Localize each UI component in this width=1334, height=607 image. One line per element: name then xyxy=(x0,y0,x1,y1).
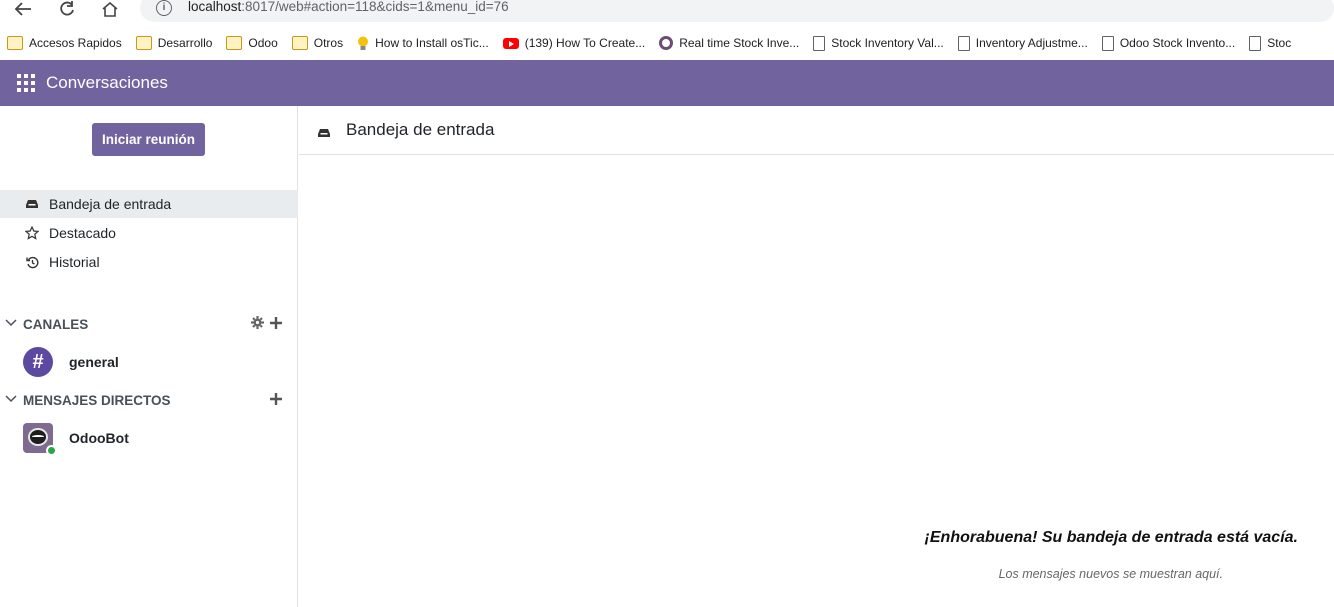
address-bar[interactable]: i localhost:8017/web#action=118&cids=1&m… xyxy=(140,0,1334,22)
start-meeting-button[interactable]: Iniciar reunión xyxy=(92,123,205,156)
home-icon[interactable] xyxy=(98,0,122,18)
reload-icon[interactable] xyxy=(55,0,79,18)
page-icon xyxy=(1249,35,1262,51)
folder-icon xyxy=(135,36,152,50)
back-arrow-icon[interactable] xyxy=(11,0,35,18)
bookmark-accesos-rapidos[interactable]: Accesos Rapidos xyxy=(7,36,122,50)
page-icon xyxy=(813,35,826,51)
hash-icon: # xyxy=(23,347,53,377)
bookmark-odoo[interactable]: Odoo xyxy=(226,36,278,50)
add-channel-plus-icon[interactable] xyxy=(270,316,282,333)
site-info-icon[interactable]: i xyxy=(156,0,172,16)
thread-header: Bandeja de entrada xyxy=(299,106,1334,155)
channels-category[interactable]: CANALES xyxy=(0,313,298,335)
app-title[interactable]: Conversaciones xyxy=(46,73,168,93)
folder-icon xyxy=(291,36,308,50)
bookmark-real-time-stock[interactable]: Real time Stock Inve... xyxy=(659,36,799,50)
inbox-icon xyxy=(318,125,330,137)
bookmark-stock-inventory-val[interactable]: Stock Inventory Val... xyxy=(813,35,944,51)
star-icon xyxy=(25,226,39,240)
ring-icon xyxy=(659,36,674,50)
page-icon xyxy=(957,35,970,51)
page-icon xyxy=(1101,35,1114,51)
apps-menu-icon[interactable] xyxy=(17,74,35,92)
discuss-sidebar: Iniciar reunión Bandeja de entrada Desta… xyxy=(0,106,298,607)
url-text: localhost:8017/web#action=118&cids=1&men… xyxy=(188,0,509,14)
sidebar-item-history[interactable]: Historial xyxy=(0,248,298,276)
youtube-icon xyxy=(502,37,519,49)
bookmark-odoo-stock-inventory[interactable]: Odoo Stock Invento... xyxy=(1101,35,1235,51)
bookmark-inventory-adjustment[interactable]: Inventory Adjustme... xyxy=(957,35,1088,51)
chevron-down-icon[interactable] xyxy=(5,318,17,330)
empty-inbox-title: ¡Enhorabuena! Su bandeja de entrada está… xyxy=(924,529,1298,546)
direct-message-item-odoobot[interactable]: OdooBot xyxy=(0,420,298,456)
folder-icon xyxy=(7,36,23,50)
lightbulb-icon xyxy=(357,36,369,51)
sidebar-item-starred[interactable]: Destacado xyxy=(0,219,298,247)
folder-icon xyxy=(226,36,243,50)
bookmark-otros[interactable]: Otros xyxy=(291,36,343,50)
page-title: Bandeja de entrada xyxy=(346,120,495,139)
bookmark-youtube[interactable]: (139) How To Create... xyxy=(502,36,645,50)
bookmarks-bar: Accesos Rapidos Desarrollo Odoo Otros Ho… xyxy=(0,28,1334,58)
app-navbar: Conversaciones xyxy=(0,60,1334,106)
chevron-down-icon[interactable] xyxy=(5,394,17,406)
sidebar-item-inbox[interactable]: Bandeja de entrada xyxy=(0,190,298,218)
channel-settings-gear-icon[interactable] xyxy=(251,315,264,333)
inbox-icon xyxy=(25,199,39,209)
odoobot-avatar xyxy=(23,423,57,456)
empty-inbox-subtitle: Los mensajes nuevos se muestran aquí. xyxy=(998,567,1223,581)
history-icon xyxy=(25,256,39,269)
direct-messages-category[interactable]: MENSAJES DIRECTOS xyxy=(0,389,298,411)
add-direct-message-plus-icon[interactable] xyxy=(270,392,282,409)
bookmark-osticket[interactable]: How to Install osTic... xyxy=(357,36,489,51)
online-status-indicator xyxy=(46,445,57,456)
bookmark-desarrollo[interactable]: Desarrollo xyxy=(135,36,212,50)
channel-item-general[interactable]: # general xyxy=(0,344,298,380)
browser-toolbar: i localhost:8017/web#action=118&cids=1&m… xyxy=(0,0,1334,26)
bookmark-stoc[interactable]: Stoc xyxy=(1249,35,1291,51)
